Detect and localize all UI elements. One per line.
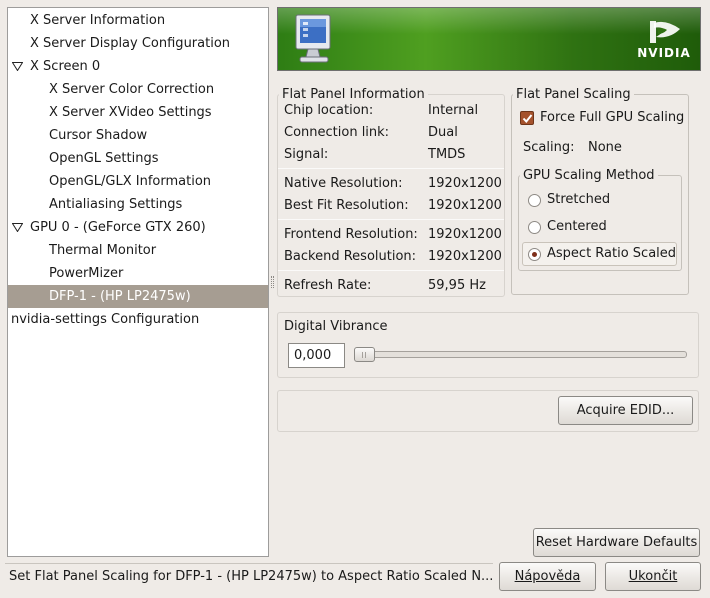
digital-vibrance-slider-trough[interactable]: [354, 351, 687, 358]
tree-item-antialiasing-settings[interactable]: Antialiasing Settings: [8, 193, 268, 216]
status-bar: Set Flat Panel Scaling for DFP-1 - (HP L…: [0, 562, 710, 598]
force-full-gpu-scaling-label[interactable]: Force Full GPU Scaling: [540, 110, 684, 126]
separator: [278, 219, 504, 220]
nvidia-banner: NVIDIA: [277, 7, 701, 71]
tree-item-thermal-monitor[interactable]: Thermal Monitor: [8, 239, 268, 262]
quit-button[interactable]: Ukončit: [605, 562, 701, 591]
tree-item-opengl-settings[interactable]: OpenGL Settings: [8, 147, 268, 170]
frontend-resolution-value: 1920x1200: [428, 227, 502, 242]
navigation-tree[interactable]: X Server Information X Server Display Co…: [7, 7, 269, 557]
aspect-ratio-scaled-radio[interactable]: [528, 248, 541, 261]
frontend-resolution-label: Frontend Resolution:: [284, 227, 418, 242]
quit-button-label: Ukončit: [628, 569, 678, 584]
tree-item-label: nvidia-settings Configuration: [11, 312, 200, 327]
native-resolution-label: Native Resolution:: [284, 176, 403, 191]
refresh-rate-value: 59,95 Hz: [428, 278, 486, 293]
separator: [278, 270, 504, 271]
flat-panel-scaling-title: Flat Panel Scaling: [513, 87, 634, 102]
tree-item-label: GPU 0 - (GeForce GTX 260): [30, 220, 206, 235]
tree-item-label: Cursor Shadow: [49, 128, 148, 143]
stretched-radio[interactable]: [528, 194, 541, 207]
tree-item-label: X Server Color Correction: [49, 82, 215, 97]
native-resolution-value: 1920x1200: [428, 176, 502, 191]
tree-item-label: X Server XVideo Settings: [49, 105, 212, 120]
stretched-label[interactable]: Stretched: [547, 192, 610, 208]
tree-item-label: OpenGL/GLX Information: [49, 174, 212, 189]
tree-item-x-server-display-configuration[interactable]: X Server Display Configuration: [8, 32, 268, 55]
help-button[interactable]: Nápověda: [499, 562, 596, 591]
scaling-value: None: [588, 140, 622, 155]
force-full-gpu-scaling-checkbox[interactable]: [520, 111, 534, 125]
pane-resize-handle[interactable]: [270, 276, 275, 288]
reset-hardware-defaults-button[interactable]: Reset Hardware Defaults: [533, 528, 700, 557]
tree-item-x-server-xvideo-settings[interactable]: X Server XVideo Settings: [8, 101, 268, 124]
tree-item-cursor-shadow[interactable]: Cursor Shadow: [8, 124, 268, 147]
separator: [278, 168, 504, 169]
checkmark-icon: [522, 114, 533, 124]
chip-location-value: Internal: [428, 103, 479, 118]
monitor-icon: [295, 14, 331, 63]
tree-item-label: X Screen 0: [30, 59, 101, 74]
chip-location-label: Chip location:: [284, 103, 374, 118]
tree-item-x-screen-0[interactable]: X Screen 0: [8, 55, 268, 78]
backend-resolution-value: 1920x1200: [428, 249, 502, 264]
tree-item-dfp-1[interactable]: DFP-1 - (HP LP2475w): [8, 285, 268, 308]
acquire-edid-button[interactable]: Acquire EDID...: [558, 396, 693, 425]
tree-item-x-server-information[interactable]: X Server Information: [8, 9, 268, 32]
triangle-down-icon[interactable]: [12, 223, 23, 232]
tree-item-label: DFP-1 - (HP LP2475w): [49, 289, 191, 304]
scaling-label: Scaling:: [523, 140, 575, 155]
digital-vibrance-title: Digital Vibrance: [284, 319, 388, 334]
status-text: Set Flat Panel Scaling for DFP-1 - (HP L…: [9, 569, 494, 584]
centered-label[interactable]: Centered: [547, 219, 607, 235]
tree-item-label: Thermal Monitor: [49, 243, 157, 258]
tree-item-label: OpenGL Settings: [49, 151, 159, 166]
digital-vibrance-input[interactable]: 0,000: [288, 343, 345, 368]
centered-radio[interactable]: [528, 221, 541, 234]
digital-vibrance-slider-handle[interactable]: [354, 347, 375, 362]
nvidia-wordmark: NVIDIA: [637, 46, 691, 60]
signal-label: Signal:: [284, 147, 329, 162]
tree-item-x-server-color-correction[interactable]: X Server Color Correction: [8, 78, 268, 101]
tree-item-label: Antialiasing Settings: [49, 197, 183, 212]
help-button-label: Nápověda: [514, 569, 581, 584]
tree-item-opengl-glx-information[interactable]: OpenGL/GLX Information: [8, 170, 268, 193]
tree-item-label: PowerMizer: [49, 266, 124, 281]
gpu-scaling-method-title: GPU Scaling Method: [520, 168, 658, 183]
tree-item-powermizer[interactable]: PowerMizer: [8, 262, 268, 285]
triangle-down-icon[interactable]: [12, 62, 23, 71]
tree-item-nvidia-settings-configuration[interactable]: nvidia-settings Configuration: [8, 308, 268, 331]
aspect-ratio-scaled-label[interactable]: Aspect Ratio Scaled: [547, 246, 676, 262]
tree-item-label: X Server Display Configuration: [30, 36, 231, 51]
best-fit-resolution-label: Best Fit Resolution:: [284, 198, 409, 213]
tree-item-gpu-0[interactable]: GPU 0 - (GeForce GTX 260): [8, 216, 268, 239]
connection-link-label: Connection link:: [284, 125, 390, 140]
refresh-rate-label: Refresh Rate:: [284, 278, 372, 293]
flat-panel-information-title: Flat Panel Information: [279, 87, 428, 102]
connection-link-value: Dual: [428, 125, 458, 140]
backend-resolution-label: Backend Resolution:: [284, 249, 417, 264]
signal-value: TMDS: [428, 147, 466, 162]
best-fit-resolution-value: 1920x1200: [428, 198, 502, 213]
tree-item-label: X Server Information: [30, 13, 166, 28]
digital-vibrance-value: 0,000: [294, 348, 332, 363]
